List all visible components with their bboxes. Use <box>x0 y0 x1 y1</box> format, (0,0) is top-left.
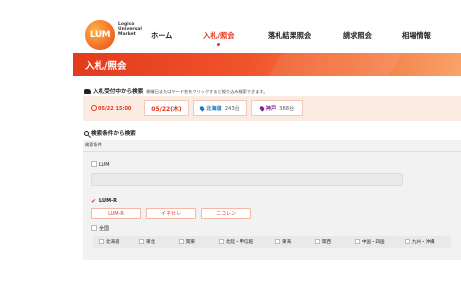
condition-section-title: 検索条件から検索 <box>84 129 136 137</box>
checkbox-icon[interactable] <box>91 225 97 231</box>
region-kyushu-okinawa[interactable]: 九州・沖縄 <box>405 239 435 245</box>
nav-bid-inquiry[interactable]: 入札/照会 <box>203 31 234 41</box>
map-pin-icon <box>258 104 265 112</box>
lumr-option-lumr[interactable]: LUM-R <box>91 208 141 219</box>
checkbox-icon[interactable] <box>405 239 410 244</box>
checkbox-icon[interactable] <box>179 239 184 244</box>
page: LUM Logico Universal Market ホーム 入札/照会 落札… <box>0 0 461 281</box>
nav-billing[interactable]: 請求照会 <box>343 31 372 41</box>
search-icon <box>84 131 89 136</box>
region-label: 九州・沖縄 <box>412 240 435 245</box>
region-kanto[interactable]: 関東 <box>179 239 195 245</box>
checkbox-icon[interactable] <box>139 239 144 244</box>
deadline-time-text: 05/22 15:00 <box>98 106 132 112</box>
location-count: 368台 <box>279 105 295 112</box>
region-label: 東北 <box>146 240 155 245</box>
condition-title-text: 検索条件から検索 <box>91 131 136 137</box>
nav-market-info[interactable]: 相場情報 <box>402 31 431 41</box>
location-name: 北海道 <box>206 105 222 112</box>
condition-panel: 検索条件 LUM ✔ LUM-R LUM-R イネセレ ニコレン 全国 北海道 東… <box>83 140 461 260</box>
nationwide-label: 全国 <box>99 226 110 232</box>
lum-input[interactable] <box>91 173 403 186</box>
truck-icon <box>84 89 91 94</box>
location-name: 神戸 <box>265 105 277 112</box>
lum-label: LUM <box>99 162 110 168</box>
location-chip-kobe[interactable]: 神戸 368台 <box>251 100 303 116</box>
region-label: 中国・四国 <box>362 240 385 245</box>
receipt-date-box: 05/22 15:00 05/22(木) 北海道 243台 神戸 368台 <box>83 96 461 121</box>
clock-icon <box>91 105 97 111</box>
lumr-label: LUM-R <box>99 198 117 204</box>
nav-home[interactable]: ホーム <box>151 31 172 41</box>
logo-text: LUM <box>89 30 111 40</box>
nationwide-checkbox-row[interactable]: 全国 <box>91 225 109 232</box>
receipt-title-text: 入札受付中から検索 <box>93 89 144 95</box>
region-label: 関東 <box>186 240 195 245</box>
region-label: 東海 <box>282 240 291 245</box>
page-title: 入札/照会 <box>85 61 127 72</box>
region-checkbox-group: 北海道 東北 関東 北陸・甲信越 東海 関西 中国・四国 九州・沖縄 <box>93 236 451 248</box>
location-chip-hokkaido[interactable]: 北海道 243台 <box>193 100 247 116</box>
lumr-checkbox-row[interactable]: ✔ LUM-R <box>91 198 117 205</box>
condition-label: 検索条件 <box>85 142 102 147</box>
lum-checkbox-row[interactable]: LUM <box>91 161 110 168</box>
map-pin-icon <box>198 104 206 112</box>
checkbox-icon[interactable] <box>219 239 224 244</box>
checkbox-icon[interactable] <box>355 239 360 244</box>
region-hokkaido[interactable]: 北海道 <box>99 239 120 245</box>
logo-caption: Logico Universal Market <box>118 22 142 37</box>
region-hokuriku[interactable]: 北陸・甲信越 <box>219 239 253 245</box>
receipt-section-title: 入札受付中から検索 開催日またはヤード名をクリックすると絞り込み検索できます。 <box>84 87 267 95</box>
lumr-option-inesere[interactable]: イネセレ <box>146 208 196 219</box>
receipt-note: 開催日またはヤード名をクリックすると絞り込み検索できます。 <box>146 89 268 94</box>
deadline-time: 05/22 15:00 <box>91 105 131 112</box>
date-chip[interactable]: 05/22(木) <box>144 100 189 116</box>
checkbox-icon[interactable] <box>315 239 320 244</box>
active-nav-indicator <box>217 43 220 46</box>
location-count: 243台 <box>224 105 240 112</box>
lum-logo[interactable]: LUM <box>85 20 115 50</box>
region-label: 北海道 <box>106 240 120 245</box>
site-header: LUM Logico Universal Market ホーム 入札/照会 落札… <box>0 0 461 55</box>
region-tokai[interactable]: 東海 <box>275 239 291 245</box>
nav-results[interactable]: 落札結果照会 <box>268 31 311 41</box>
checkbox-icon[interactable] <box>275 239 280 244</box>
page-banner: 入札/照会 <box>73 53 461 76</box>
region-chugoku-shikoku[interactable]: 中国・四国 <box>355 239 385 245</box>
divider <box>83 151 461 152</box>
region-tohoku[interactable]: 東北 <box>139 239 155 245</box>
region-label: 関西 <box>322 240 331 245</box>
region-kansai[interactable]: 関西 <box>315 239 331 245</box>
checkbox-icon[interactable] <box>91 161 97 167</box>
region-label: 北陸・甲信越 <box>226 240 253 245</box>
checkbox-icon[interactable] <box>99 239 104 244</box>
lumr-option-nikoren[interactable]: ニコレン <box>201 208 251 219</box>
checkmark-icon[interactable]: ✔ <box>91 199 97 205</box>
